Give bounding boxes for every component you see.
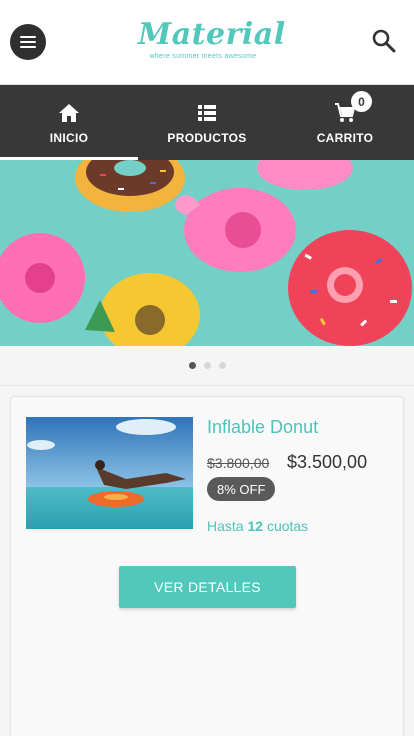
carousel-indicators (0, 346, 414, 386)
tab-productos[interactable]: PRODUCTOS (138, 85, 276, 160)
banner-image (0, 160, 414, 346)
logo-tagline: where summer meets awesome (149, 53, 257, 60)
tab-inicio[interactable]: INICIO (0, 85, 138, 160)
discount-badge: 8% OFF (207, 477, 276, 501)
installments-text: Hasta 12 cuotas (207, 518, 308, 534)
product-old-price: $3.800,00 (207, 455, 270, 471)
main-nav: INICIO PRODUCTOS CARRITO 0 (0, 85, 414, 160)
carousel-dot-2[interactable] (203, 362, 211, 369)
tab-carrito[interactable]: CARRITO 0 (276, 85, 414, 160)
product-name[interactable]: Inflable Donut (207, 417, 318, 438)
installments-count: 12 (247, 518, 264, 534)
installments-prefix: Hasta (207, 518, 244, 534)
product-card: Inflable Donut $3.800,00 $3.500,00 8% OF… (10, 396, 404, 736)
cart-count-badge: 0 (351, 91, 372, 112)
app-header: Material where summer meets awesome (0, 0, 414, 85)
carousel-dot-1[interactable] (188, 362, 196, 369)
tab-productos-label: PRODUCTOS (167, 131, 247, 145)
product-new-price: $3.500,00 (287, 452, 368, 472)
home-icon (59, 104, 79, 122)
list-icon (198, 105, 216, 121)
product-image[interactable] (26, 417, 193, 529)
view-details-button[interactable]: VER DETALLES (119, 566, 296, 608)
hero-banner[interactable] (0, 160, 414, 346)
tab-carrito-label: CARRITO (316, 131, 374, 145)
tab-inicio-label: INICIO (49, 131, 89, 145)
hamburger-menu-icon[interactable] (10, 24, 46, 60)
logo-title: Material (138, 17, 286, 52)
carousel-dot-3[interactable] (218, 362, 226, 369)
installments-suffix: cuotas (266, 518, 309, 534)
logo[interactable]: Material where summer meets awesome (138, 17, 286, 61)
search-icon[interactable] (369, 26, 399, 56)
